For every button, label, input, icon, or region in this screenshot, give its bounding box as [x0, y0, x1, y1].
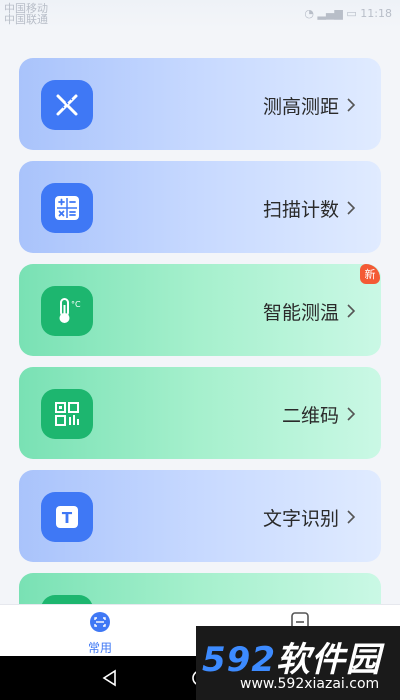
watermark-logo: 592软件园 — [202, 632, 381, 681]
card-text-recognition[interactable]: T 文字识别 — [19, 470, 381, 562]
chevron-right-icon — [347, 510, 356, 524]
card-label: 测高测距 — [262, 96, 339, 118]
card-scan-count[interactable]: 扫描计数 — [19, 161, 381, 253]
card-label: 智能测温 — [262, 302, 339, 324]
qr-code-icon — [41, 389, 93, 439]
chevron-right-icon — [347, 201, 356, 215]
wifi-icon: ◔ — [304, 7, 314, 20]
chevron-right-icon — [347, 407, 356, 421]
battery-icon: ▭ — [346, 7, 357, 20]
card-label: 扫描计数 — [262, 199, 339, 221]
status-time: 11:18 — [360, 7, 392, 20]
watermark-url: www.592xiazai.com — [240, 676, 380, 692]
scan-face-icon — [90, 612, 110, 632]
carrier-line-2: 中国联通 — [4, 13, 48, 26]
status-right: ◔ ▂▄▆ ▭ 11:18 — [304, 7, 392, 20]
svg-text:T: T — [62, 509, 73, 527]
card-qr-code[interactable]: 二维码 — [19, 367, 381, 459]
card-measure-height-distance[interactable]: 测高测距 — [19, 58, 381, 150]
watermark-logo-cn: 软件园 — [275, 640, 381, 680]
signal-icon: ▂▄▆ — [317, 7, 343, 20]
new-badge: 新 — [360, 264, 380, 284]
text-t-icon: T — [41, 492, 93, 542]
nav-item-common[interactable]: 常用 — [70, 611, 130, 656]
watermark-logo-num: 592 — [202, 640, 276, 680]
status-bar: 中国移动 中国联通 ◔ ▂▄▆ ▭ 11:18 — [0, 0, 400, 28]
chevron-right-icon — [347, 304, 356, 318]
chevron-right-icon — [347, 98, 356, 112]
back-icon[interactable] — [100, 668, 120, 688]
card-label: 文字识别 — [262, 508, 339, 530]
watermark: 592软件园 www.592xiazai.com — [196, 626, 400, 700]
carrier-info: 中国移动 中国联通 — [4, 3, 48, 25]
svg-text:°C: °C — [71, 300, 81, 309]
card-smart-temperature[interactable]: 新 °C 智能测温 — [19, 264, 381, 356]
ruler-pencil-icon — [41, 80, 93, 130]
nav-label-common: 常用 — [87, 641, 112, 655]
thermometer-icon: °C — [41, 286, 93, 336]
card-label: 二维码 — [281, 405, 339, 427]
calculator-icon — [41, 183, 93, 233]
